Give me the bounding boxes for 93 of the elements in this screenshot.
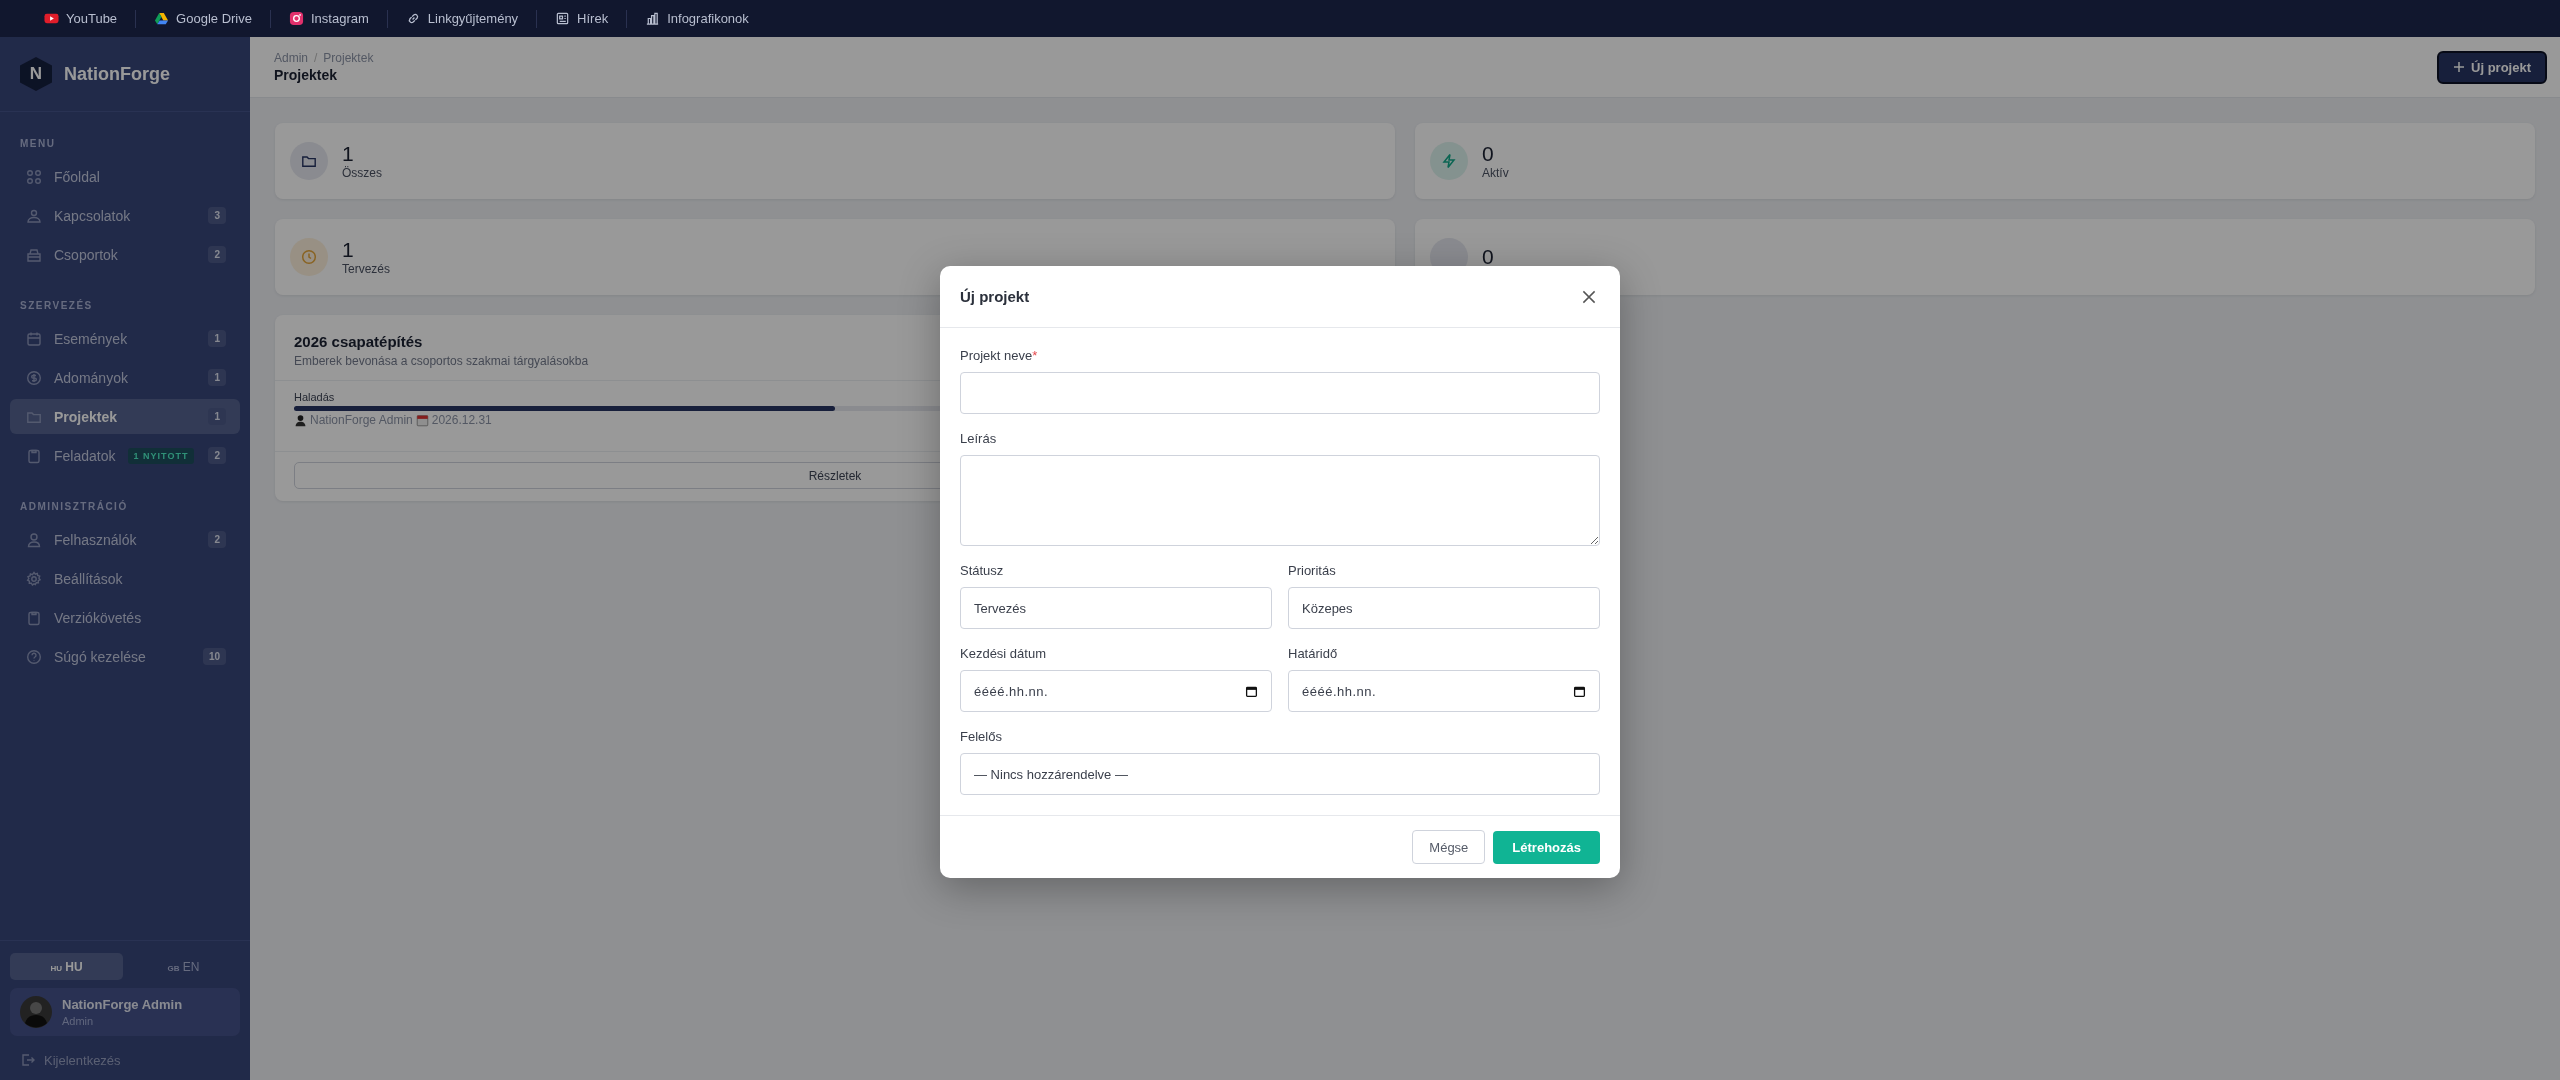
stat-label: Aktív <box>1482 166 1509 180</box>
bookmark-link[interactable]: Linkgyűjtemény <box>387 11 537 26</box>
stat-label: Tervezés <box>342 262 391 276</box>
count-badge: 3 <box>208 207 226 224</box>
count-badge: 2 <box>208 447 226 464</box>
field-label: Kezdési dátum <box>960 646 1047 661</box>
count-badge: 1 <box>208 330 226 347</box>
select-field[interactable]: Tervezés <box>960 587 1272 629</box>
logout-icon <box>20 1052 36 1068</box>
project-owner: NationForge Admin <box>310 413 413 427</box>
hexagon-logo: N <box>20 57 52 91</box>
grid-icon <box>26 168 42 185</box>
bookmark-link[interactable]: Google Drive <box>136 11 270 26</box>
breadcrumb-separator: / <box>314 51 318 65</box>
camera-icon <box>288 11 304 26</box>
calendar-icon <box>1573 684 1586 698</box>
section-heading: ADMINISZTRÁCIÓ <box>19 499 129 514</box>
field-label: Prioritás <box>1288 563 1337 578</box>
stat-value: 1 <box>342 238 355 262</box>
language-button[interactable]: GB EN <box>127 953 240 980</box>
stat-value: 0 <box>1482 142 1495 166</box>
progress-label: Haladás <box>294 391 336 403</box>
user-name: NationForge Admin <box>62 997 183 1012</box>
nav-item[interactable]: Beállítások <box>10 561 240 596</box>
settings-icon <box>26 570 42 587</box>
stat-value: 0 <box>1482 245 1494 269</box>
triangle-logo-icon <box>154 11 170 26</box>
field-label: Felelős <box>960 729 1003 744</box>
nav-item[interactable]: Események 1 <box>10 321 240 356</box>
nav-item[interactable]: Verziókövetés <box>10 600 240 635</box>
select-field[interactable]: — Nincs hozzárendelve — <box>960 753 1600 795</box>
clipboard-icon <box>26 447 42 464</box>
bookmark-link[interactable]: YouTube <box>26 11 136 26</box>
bookmark-link[interactable]: Hírek <box>537 11 627 26</box>
field-label: Határidő <box>1288 646 1339 661</box>
nav-item[interactable]: Főoldal <box>10 159 240 194</box>
input-field[interactable] <box>960 372 1600 414</box>
count-badge: 1 <box>208 408 226 425</box>
create-button[interactable]: Létrehozás <box>1493 830 1600 864</box>
language-button[interactable]: HU HU <box>10 953 123 980</box>
nav-item[interactable]: Felhasználók 2 <box>10 522 240 557</box>
new-project-button[interactable]: Új projekt <box>2437 50 2547 84</box>
nav-item[interactable]: Kapcsolatok 3 <box>10 198 240 233</box>
logout-link[interactable]: Kijelentkezés <box>10 1044 240 1072</box>
folder-icon <box>301 153 317 169</box>
avatar-silhouette-icon <box>20 996 52 1028</box>
count-badge: 10 <box>202 648 226 665</box>
count-badge: 2 <box>208 531 226 548</box>
count-badge: 2 <box>208 246 226 263</box>
calendar-icon <box>1245 684 1258 698</box>
page-title: Projektek <box>274 67 339 83</box>
section-heading: MENU <box>19 137 57 151</box>
plus-icon <box>2453 61 2466 73</box>
status-tag: 1 NYITOTT <box>127 447 195 464</box>
lightning-icon <box>1441 153 1457 169</box>
dialog-title: Új projekt <box>960 288 1030 305</box>
breadcrumb-link[interactable]: Projektek <box>323 51 374 65</box>
date-field[interactable]: éééé.hh.nn. <box>960 670 1272 712</box>
field-label: Leírás <box>960 431 998 446</box>
stat-value: 1 <box>342 142 355 166</box>
user-icon <box>26 531 42 548</box>
calendar-icon <box>415 413 429 427</box>
brand-name: NationForge <box>64 63 170 85</box>
clipboard-icon <box>26 609 42 626</box>
bookmark-link[interactable]: Infografikonok <box>627 11 767 26</box>
project-description: Emberek bevonása a csoportos szakmai tárgyalásokba <box>294 354 589 368</box>
field-label: Státusz <box>960 563 1005 578</box>
clock-icon <box>301 249 317 265</box>
bar-chart-icon <box>645 11 661 26</box>
breadcrumb-link[interactable]: Admin <box>274 51 308 65</box>
calendar-icon <box>26 330 42 347</box>
newspaper-icon <box>555 11 571 26</box>
project-due-date: 2026.12.31 <box>431 413 492 427</box>
person-icon <box>294 413 307 427</box>
field-label: Projekt neve* <box>960 348 1039 363</box>
section-heading: SZERVEZÉS <box>19 298 94 313</box>
help-icon <box>26 648 42 665</box>
bookmark-link[interactable]: Instagram <box>270 11 387 26</box>
nav-item[interactable]: Csoportok 2 <box>10 237 240 272</box>
stat-label: Összes <box>342 166 382 180</box>
count-badge: 1 <box>208 369 226 386</box>
nav-item[interactable]: Projektek 1 <box>10 399 240 434</box>
select-field[interactable]: Közepes <box>1288 587 1600 629</box>
nav-item[interactable]: Feladatok 1 NYITOTT 2 <box>10 438 240 473</box>
textarea-field[interactable] <box>960 455 1600 546</box>
video-play-icon <box>44 11 59 26</box>
date-field[interactable]: éééé.hh.nn. <box>1288 670 1600 712</box>
cancel-button[interactable]: Mégse <box>1412 830 1486 864</box>
project-title: 2026 csapatépítés <box>294 333 423 350</box>
nav-item[interactable]: Súgó kezelése 10 <box>10 639 240 674</box>
coin-icon <box>26 369 42 386</box>
box-icon <box>26 246 42 263</box>
nav-item[interactable]: Adományok 1 <box>10 360 240 395</box>
